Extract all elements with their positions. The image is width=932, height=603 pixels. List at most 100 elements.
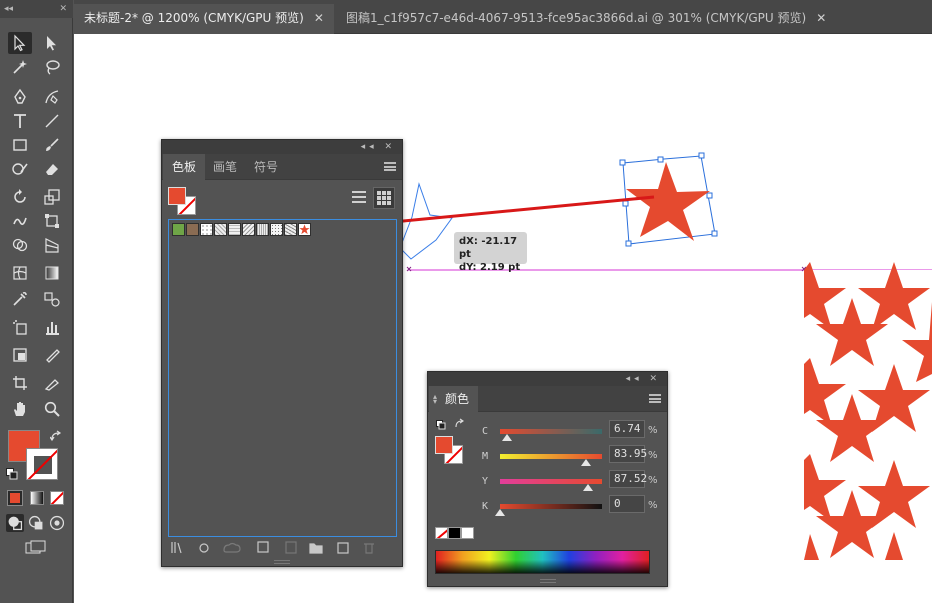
draw-inside-icon[interactable] (48, 514, 66, 532)
direct-selection-tool[interactable] (40, 32, 64, 54)
gradient-tool[interactable] (40, 262, 64, 284)
slider-track-c[interactable] (500, 429, 602, 434)
channel-label-k: K (482, 501, 489, 512)
panel-menu-icon[interactable] (384, 162, 396, 171)
rectangle-icon (13, 139, 27, 151)
lasso-tool[interactable] (40, 56, 64, 78)
draw-normal-icon[interactable] (6, 514, 24, 532)
slider-thumb-k[interactable] (495, 509, 505, 516)
close-icon[interactable]: ✕ (816, 11, 826, 25)
swatch-lines-pattern[interactable] (256, 223, 269, 236)
slider-thumb-c[interactable] (502, 434, 512, 441)
line-segment-tool[interactable] (40, 110, 64, 132)
free-transform-tool[interactable] (40, 210, 64, 232)
panel-fill-swatch[interactable] (168, 187, 186, 205)
column-graph-tool[interactable] (40, 316, 64, 338)
mesh-tool[interactable] (8, 262, 32, 284)
swatch-grid (168, 219, 397, 537)
color-spectrum[interactable] (435, 550, 650, 574)
perspective-grid-tool[interactable] (40, 234, 64, 256)
swatch-dots-pattern[interactable] (200, 223, 213, 236)
panel-titlebar[interactable]: ◂◂ ✕ (162, 140, 402, 154)
warp-icon (13, 217, 27, 226)
rotate-tool[interactable] (8, 186, 32, 208)
tab-brushes[interactable]: 画笔 (204, 154, 246, 180)
shape-builder-tool[interactable] (8, 234, 32, 256)
scale-tool[interactable] (40, 186, 64, 208)
tab-color-label: 颜色 (445, 392, 470, 406)
panel-collapse-close-icons[interactable]: ◂◂ ✕ (361, 140, 396, 154)
selection-tool[interactable] (8, 32, 32, 54)
symbol-sprayer-tool[interactable] (8, 316, 32, 338)
document-tab-active[interactable]: 未标题-2* @ 1200% (CMYK/GPU 预览) ✕ (74, 4, 334, 34)
none-mode-button[interactable] (50, 491, 64, 505)
type-tool[interactable] (8, 110, 32, 132)
gradient-mode-button[interactable] (30, 491, 44, 505)
black-swatch[interactable] (448, 527, 461, 539)
swatch-wood-pattern[interactable] (186, 223, 199, 236)
input-m[interactable]: 83.95 (609, 445, 647, 463)
stroke-color-swatch[interactable] (26, 448, 58, 480)
tools-panel-grip[interactable]: ◂◂ ✕ (0, 0, 73, 18)
input-k[interactable]: 0 (609, 495, 645, 513)
default-colors-icon[interactable] (436, 419, 446, 430)
hand-tool[interactable] (8, 398, 32, 420)
shaper-tool[interactable] (8, 158, 32, 180)
crop-tool[interactable] (8, 372, 32, 394)
blend-tool[interactable] (40, 288, 64, 310)
default-fill-stroke-icon[interactable] (6, 468, 18, 480)
swatch-stripe-pattern[interactable] (228, 223, 241, 236)
list-view-icon[interactable] (349, 187, 369, 207)
expand-options-icon[interactable]: ▴ ▾ (433, 393, 437, 406)
swatch-green-pattern[interactable] (172, 223, 185, 236)
white-swatch[interactable] (461, 527, 474, 539)
panel-collapse-close-icons[interactable]: ◂◂ ✕ (626, 372, 661, 386)
slider-track-k[interactable] (500, 504, 602, 509)
none-swatch[interactable] (435, 527, 448, 539)
curvature-tool[interactable] (40, 86, 64, 108)
swatch-diagonal-pattern[interactable] (214, 223, 227, 236)
panel-resize-grip[interactable] (540, 579, 556, 583)
slider-thumb-m[interactable] (581, 459, 591, 466)
eraser-tool[interactable] (40, 158, 64, 180)
color-fill-swatch[interactable] (435, 436, 453, 454)
screen-mode-icon[interactable] (25, 540, 47, 554)
swap-colors-icon[interactable] (454, 418, 466, 430)
tab-symbols[interactable]: 符号 (245, 154, 287, 180)
panel-titlebar[interactable]: ◂◂ ✕ (428, 372, 667, 386)
grid-view-icon[interactable] (373, 187, 395, 209)
zoom-tool[interactable] (40, 398, 64, 420)
crop-icon (13, 376, 27, 390)
paintbrush-tool[interactable] (40, 134, 64, 156)
channel-label-m: M (482, 451, 489, 462)
panel-resize-grip[interactable] (274, 560, 290, 564)
input-c[interactable]: 6.74 (609, 420, 645, 438)
tab-swatches[interactable]: 色板 (163, 154, 206, 180)
puppet-warp-tool[interactable] (40, 372, 64, 394)
color-mode-button[interactable] (7, 490, 23, 506)
document-tab-inactive[interactable]: 图稿1_c1f957c7-e46d-4067-9513-fce95ac3866d… (336, 6, 837, 30)
artboard-tool[interactable] (8, 344, 32, 366)
close-icon[interactable]: ✕ (314, 11, 324, 25)
tools-panel: ◂◂ ✕ (0, 0, 73, 603)
tab-title: 未标题-2* @ 1200% (CMYK/GPU 预览) (84, 11, 304, 25)
slider-thumb-y[interactable] (583, 484, 593, 491)
panel-menu-icon[interactable] (649, 394, 661, 403)
swap-fill-stroke-icon[interactable] (49, 430, 64, 442)
swatch-star-pattern[interactable] (298, 223, 311, 236)
move-distance-tooltip: dX: -21.17 pt dY: 2.19 pt (454, 232, 527, 273)
warp-tool[interactable] (8, 210, 32, 232)
draw-behind-icon[interactable] (27, 514, 45, 532)
pen-tool[interactable] (8, 86, 32, 108)
swatch-grain-pattern[interactable] (284, 223, 297, 236)
swatch-hatch-pattern[interactable] (242, 223, 255, 236)
input-y[interactable]: 87.52 (609, 470, 647, 488)
column-graph-icon (46, 322, 59, 335)
swatch-fine-dots-pattern[interactable] (270, 223, 283, 236)
magic-wand-tool[interactable] (8, 56, 32, 78)
rectangle-tool[interactable] (8, 134, 32, 156)
slice-tool[interactable] (40, 344, 64, 366)
collapse-icon[interactable]: ◂◂ (4, 4, 13, 14)
close-icon[interactable]: ✕ (59, 0, 67, 18)
eyedropper-tool[interactable] (8, 288, 32, 310)
